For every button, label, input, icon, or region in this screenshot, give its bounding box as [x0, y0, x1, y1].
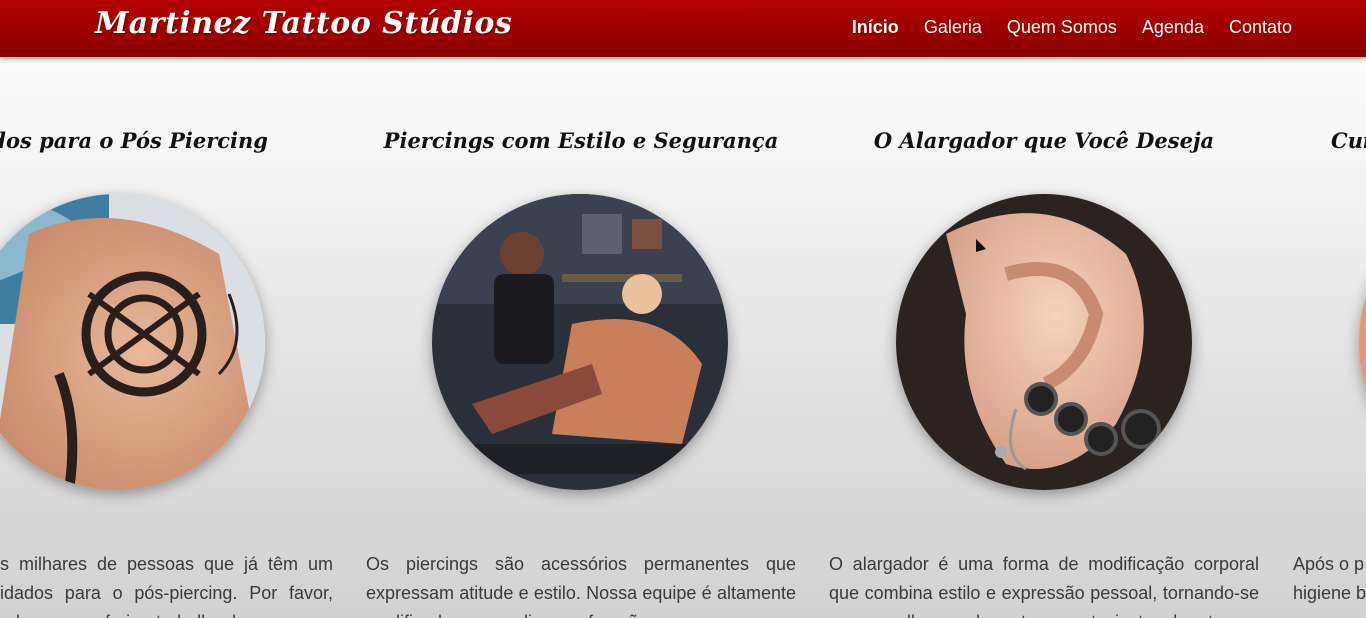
ear-gauges-image[interactable] — [896, 194, 1192, 490]
main-nav: Início Galeria Quem Somos Agenda Contato — [827, 17, 1292, 38]
card-title: Piercings com Estilo e Segurança — [383, 128, 779, 153]
tattooed-chest-image[interactable] — [0, 194, 265, 490]
card-text: s milhares de pessoas que já têm um idad… — [0, 554, 333, 618]
card-title: idados para o Pós Piercing — [0, 128, 268, 153]
nav-link-contato[interactable]: Contato — [1229, 17, 1292, 38]
card-title: O Alargador que Você Deseja — [873, 128, 1215, 153]
card-text: Após o p higiene b enxagu — [1293, 554, 1366, 618]
piercing-studio-image[interactable] — [432, 194, 728, 490]
partial-image[interactable] — [1359, 194, 1366, 490]
nav-link-quem-somos[interactable]: Quem Somos — [1007, 17, 1117, 38]
card-text: Os piercings são acessórios permanentes … — [366, 554, 796, 618]
nav-link-agenda[interactable]: Agenda — [1142, 17, 1204, 38]
card-piercings-estilo: Piercings com Estilo e Segurança Os pier… — [366, 0, 796, 618]
card-cuidados: Cui Após o p higiene b enxagu — [1293, 0, 1366, 618]
nav-link-galeria[interactable]: Galeria — [924, 17, 982, 38]
nav-link-inicio[interactable]: Início — [852, 17, 899, 38]
card-title: Cui — [1331, 128, 1366, 153]
card-text: O alargador é uma forma de modificação c… — [829, 554, 1259, 618]
brand-logo[interactable]: Martinez Tattoo Stúdios — [95, 6, 512, 41]
card-pos-piercing: idados para o Pós Piercing s milhares de… — [0, 0, 333, 618]
card-alargador: O Alargador que Você Deseja O alargador … — [829, 0, 1259, 618]
top-navbar: Martinez Tattoo Stúdios Início Galeria Q… — [0, 0, 1366, 57]
